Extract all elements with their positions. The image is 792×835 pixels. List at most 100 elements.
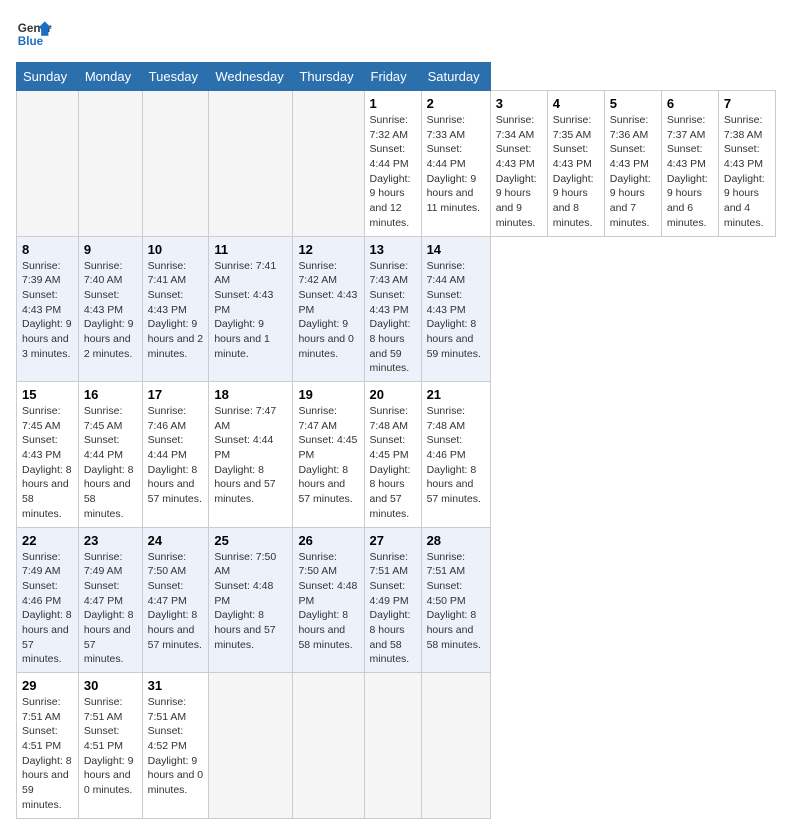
col-header-friday: Friday (364, 63, 421, 91)
day-number: 19 (298, 387, 358, 402)
day-number: 2 (427, 96, 485, 111)
calendar-cell: 14Sunrise: 7:44 AM Sunset: 4:43 PM Dayli… (421, 236, 490, 382)
day-info: Sunrise: 7:51 AM Sunset: 4:50 PM Dayligh… (427, 550, 485, 653)
day-info: Sunrise: 7:47 AM Sunset: 4:45 PM Dayligh… (298, 404, 358, 507)
day-info: Sunrise: 7:32 AM Sunset: 4:44 PM Dayligh… (370, 113, 416, 231)
day-info: Sunrise: 7:34 AM Sunset: 4:43 PM Dayligh… (496, 113, 542, 231)
day-number: 5 (610, 96, 656, 111)
day-info: Sunrise: 7:47 AM Sunset: 4:44 PM Dayligh… (214, 404, 287, 507)
calendar-header-row: SundayMondayTuesdayWednesdayThursdayFrid… (17, 63, 776, 91)
day-number: 11 (214, 242, 287, 257)
col-header-saturday: Saturday (421, 63, 490, 91)
calendar-week-row: 15 Sunrise: 7:45 AM Sunset: 4:43 PM Dayli… (17, 382, 776, 528)
day-number: 8 (22, 242, 73, 257)
day-number: 29 (22, 678, 73, 693)
day-info: Sunrise: 7:40 AM Sunset: 4:43 PM Dayligh… (84, 259, 137, 362)
day-number: 12 (298, 242, 358, 257)
calendar-cell (142, 91, 209, 237)
calendar-cell (209, 673, 293, 819)
day-info: Sunrise: 7:50 AM Sunset: 4:48 PM Dayligh… (298, 550, 358, 653)
day-info: Sunrise: 7:38 AM Sunset: 4:43 PM Dayligh… (724, 113, 770, 231)
day-info: Sunrise: 7:51 AM Sunset: 4:51 PM Dayligh… (84, 695, 137, 798)
calendar-cell: 19 Sunrise: 7:47 AM Sunset: 4:45 PM Dayli… (293, 382, 364, 528)
day-number: 21 (427, 387, 485, 402)
calendar-cell: 29 Sunrise: 7:51 AM Sunset: 4:51 PM Dayli… (17, 673, 79, 819)
calendar-cell: 27 Sunrise: 7:51 AM Sunset: 4:49 PM Dayli… (364, 527, 421, 673)
calendar-cell: 4Sunrise: 7:35 AM Sunset: 4:43 PM Daylig… (547, 91, 604, 237)
day-number: 30 (84, 678, 137, 693)
day-number: 18 (214, 387, 287, 402)
day-number: 22 (22, 533, 73, 548)
calendar-cell: 12 Sunrise: 7:42 AM Sunset: 4:43 PM Dayli… (293, 236, 364, 382)
calendar-cell: 28 Sunrise: 7:51 AM Sunset: 4:50 PM Dayli… (421, 527, 490, 673)
day-info: Sunrise: 7:33 AM Sunset: 4:44 PM Dayligh… (427, 113, 485, 216)
day-number: 6 (667, 96, 713, 111)
day-info: Sunrise: 7:46 AM Sunset: 4:44 PM Dayligh… (148, 404, 204, 507)
calendar-cell (209, 91, 293, 237)
day-info: Sunrise: 7:48 AM Sunset: 4:46 PM Dayligh… (427, 404, 485, 507)
calendar-cell: 22 Sunrise: 7:49 AM Sunset: 4:46 PM Dayli… (17, 527, 79, 673)
day-info: Sunrise: 7:45 AM Sunset: 4:43 PM Dayligh… (22, 404, 73, 522)
day-info: Sunrise: 7:50 AM Sunset: 4:47 PM Dayligh… (148, 550, 204, 653)
day-info: Sunrise: 7:51 AM Sunset: 4:49 PM Dayligh… (370, 550, 416, 668)
day-number: 23 (84, 533, 137, 548)
day-info: Sunrise: 7:35 AM Sunset: 4:43 PM Dayligh… (553, 113, 599, 231)
day-info: Sunrise: 7:43 AM Sunset: 4:43 PM Dayligh… (370, 259, 416, 377)
calendar-cell: 3 Sunrise: 7:34 AM Sunset: 4:43 PM Daylig… (490, 91, 547, 237)
day-info: Sunrise: 7:41 AM Sunset: 4:43 PM Dayligh… (214, 259, 287, 362)
day-info: Sunrise: 7:50 AM Sunset: 4:48 PM Dayligh… (214, 550, 287, 653)
logo: General Blue (16, 16, 52, 52)
day-info: Sunrise: 7:42 AM Sunset: 4:43 PM Dayligh… (298, 259, 358, 362)
day-number: 15 (22, 387, 73, 402)
calendar-table: SundayMondayTuesdayWednesdayThursdayFrid… (16, 62, 776, 819)
day-number: 7 (724, 96, 770, 111)
col-header-monday: Monday (78, 63, 142, 91)
col-header-wednesday: Wednesday (209, 63, 293, 91)
day-number: 27 (370, 533, 416, 548)
day-info: Sunrise: 7:49 AM Sunset: 4:47 PM Dayligh… (84, 550, 137, 668)
day-number: 1 (370, 96, 416, 111)
calendar-cell (17, 91, 79, 237)
day-info: Sunrise: 7:44 AM Sunset: 4:43 PM Dayligh… (427, 259, 485, 362)
logo-icon: General Blue (16, 16, 52, 52)
calendar-cell: 25 Sunrise: 7:50 AM Sunset: 4:48 PM Dayli… (209, 527, 293, 673)
calendar-cell: 1 Sunrise: 7:32 AM Sunset: 4:44 PM Daylig… (364, 91, 421, 237)
svg-text:Blue: Blue (18, 35, 44, 48)
calendar-cell: 20Sunrise: 7:48 AM Sunset: 4:45 PM Dayli… (364, 382, 421, 528)
day-number: 20 (370, 387, 416, 402)
day-number: 25 (214, 533, 287, 548)
calendar-cell: 13 Sunrise: 7:43 AM Sunset: 4:43 PM Dayli… (364, 236, 421, 382)
calendar-cell: 21 Sunrise: 7:48 AM Sunset: 4:46 PM Dayli… (421, 382, 490, 528)
day-info: Sunrise: 7:39 AM Sunset: 4:43 PM Dayligh… (22, 259, 73, 362)
day-number: 3 (496, 96, 542, 111)
day-info: Sunrise: 7:36 AM Sunset: 4:43 PM Dayligh… (610, 113, 656, 231)
day-info: Sunrise: 7:51 AM Sunset: 4:51 PM Dayligh… (22, 695, 73, 813)
day-number: 13 (370, 242, 416, 257)
calendar-cell: 15 Sunrise: 7:45 AM Sunset: 4:43 PM Dayli… (17, 382, 79, 528)
calendar-week-row: 22 Sunrise: 7:49 AM Sunset: 4:46 PM Dayli… (17, 527, 776, 673)
day-info: Sunrise: 7:41 AM Sunset: 4:43 PM Dayligh… (148, 259, 204, 362)
day-info: Sunrise: 7:51 AM Sunset: 4:52 PM Dayligh… (148, 695, 204, 798)
calendar-cell: 26 Sunrise: 7:50 AM Sunset: 4:48 PM Dayli… (293, 527, 364, 673)
calendar-cell (293, 91, 364, 237)
day-info: Sunrise: 7:49 AM Sunset: 4:46 PM Dayligh… (22, 550, 73, 668)
day-number: 24 (148, 533, 204, 548)
calendar-cell: 10 Sunrise: 7:41 AM Sunset: 4:43 PM Dayli… (142, 236, 209, 382)
calendar-cell: 24 Sunrise: 7:50 AM Sunset: 4:47 PM Dayli… (142, 527, 209, 673)
day-number: 10 (148, 242, 204, 257)
calendar-cell: 9Sunrise: 7:40 AM Sunset: 4:43 PM Daylig… (78, 236, 142, 382)
calendar-cell: 17 Sunrise: 7:46 AM Sunset: 4:44 PM Dayli… (142, 382, 209, 528)
calendar-cell: 11 Sunrise: 7:41 AM Sunset: 4:43 PM Dayli… (209, 236, 293, 382)
col-header-thursday: Thursday (293, 63, 364, 91)
col-header-sunday: Sunday (17, 63, 79, 91)
day-number: 28 (427, 533, 485, 548)
day-number: 17 (148, 387, 204, 402)
calendar-cell: 31Sunrise: 7:51 AM Sunset: 4:52 PM Dayli… (142, 673, 209, 819)
calendar-cell: 30 Sunrise: 7:51 AM Sunset: 4:51 PM Dayli… (78, 673, 142, 819)
col-header-tuesday: Tuesday (142, 63, 209, 91)
calendar-cell (78, 91, 142, 237)
calendar-cell (421, 673, 490, 819)
day-number: 16 (84, 387, 137, 402)
calendar-week-row: 8 Sunrise: 7:39 AM Sunset: 4:43 PM Daylig… (17, 236, 776, 382)
day-number: 26 (298, 533, 358, 548)
